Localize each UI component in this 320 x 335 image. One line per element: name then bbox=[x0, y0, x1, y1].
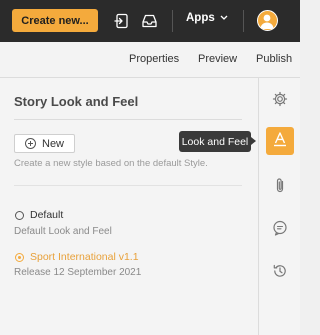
plus-circle-icon bbox=[25, 138, 36, 149]
look-and-feel-tooltip: Look and Feel bbox=[179, 131, 256, 152]
look-and-feel-icon bbox=[273, 131, 287, 152]
tab-preview[interactable]: Preview bbox=[198, 53, 237, 65]
chevron-down-icon bbox=[220, 12, 228, 24]
enter-icon[interactable] bbox=[112, 11, 132, 31]
look-and-feel-panel: Story Look and Feel New Create a new sty… bbox=[0, 78, 258, 335]
comment-icon[interactable] bbox=[271, 219, 289, 237]
apps-menu[interactable]: Apps bbox=[186, 12, 228, 24]
style-description: Default Look and Feel bbox=[14, 226, 112, 237]
style-name[interactable]: Default bbox=[30, 209, 63, 221]
style-name[interactable]: Sport International v1.1 bbox=[30, 251, 139, 263]
new-button-label: New bbox=[42, 137, 65, 150]
top-bar: Create new... Apps bbox=[0, 0, 300, 42]
tab-properties[interactable]: Properties bbox=[129, 53, 179, 65]
paperclip-icon[interactable] bbox=[271, 176, 289, 194]
look-and-feel-button[interactable] bbox=[266, 127, 294, 155]
right-rail bbox=[258, 78, 300, 335]
divider bbox=[14, 185, 242, 186]
avatar[interactable] bbox=[257, 10, 278, 31]
new-style-description: Create a new style based on the default … bbox=[14, 158, 208, 169]
gear-icon[interactable] bbox=[271, 90, 289, 108]
radio-sport-international[interactable] bbox=[15, 253, 24, 262]
panel-title: Story Look and Feel bbox=[14, 94, 139, 109]
divider bbox=[14, 119, 242, 120]
tab-publish[interactable]: Publish bbox=[256, 53, 292, 65]
tab-bar: Properties Preview Publish bbox=[0, 42, 300, 78]
style-description: Release 12 September 2021 bbox=[14, 267, 142, 278]
apps-label: Apps bbox=[186, 12, 215, 24]
create-new-button[interactable]: Create new... bbox=[12, 9, 98, 32]
new-style-button[interactable]: New bbox=[14, 134, 75, 153]
inbox-icon[interactable] bbox=[139, 11, 159, 31]
divider bbox=[172, 10, 173, 32]
history-icon[interactable] bbox=[271, 262, 289, 280]
divider bbox=[243, 10, 244, 32]
radio-default[interactable] bbox=[15, 211, 24, 220]
